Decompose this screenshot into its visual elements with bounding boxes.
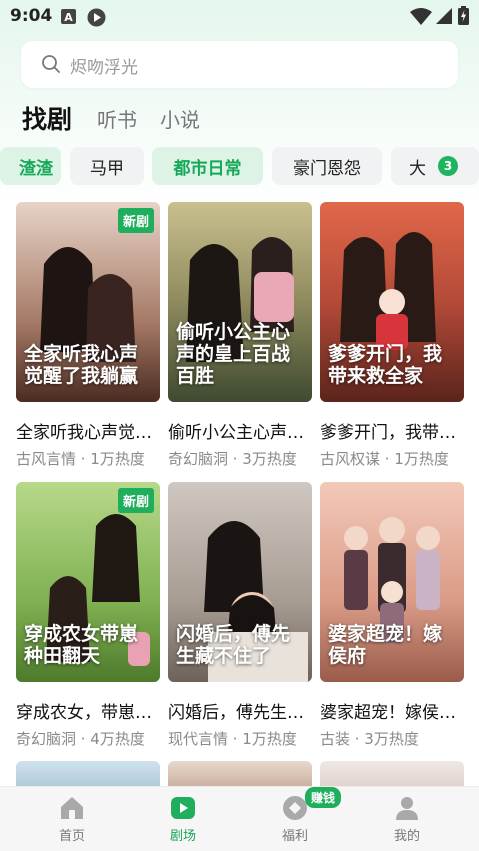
nav-theater[interactable]: 剧场 [138, 787, 228, 851]
new-badge: 新剧 [117, 488, 154, 513]
poster-title: 闪婚后，傅先生藏不住了 [176, 623, 291, 668]
search-icon [42, 55, 60, 73]
drama-card-meta: 古风言情 · 1万热度 [16, 450, 145, 468]
search-placeholder: 烬吻浮光 [70, 58, 138, 78]
earn-money-badge: 赚钱 [305, 787, 342, 808]
play-notification-icon [87, 8, 106, 27]
nav-home-label: 首页 [58, 829, 85, 844]
drama-card-title[interactable]: 穿成农女，带崽… [16, 698, 162, 723]
category-chip-selected[interactable]: 都市日常 [152, 147, 263, 185]
nav-home[interactable]: 首页 [27, 787, 117, 851]
profile-icon [396, 797, 418, 820]
new-badge: 新剧 [117, 208, 154, 233]
drama-card-meta: 奇幻脑洞 · 3万热度 [168, 450, 297, 468]
poster-title: 婆家超宠！嫁侯府 [328, 623, 443, 668]
nav-welfare-label: 福利 [281, 829, 308, 844]
drama-card-poster[interactable]: 闪婚后，傅先生藏不住了 [168, 482, 312, 682]
nav-profile-label: 我的 [393, 829, 420, 844]
drama-card-poster[interactable]: 穿成农女带崽种田翻天 新剧 [16, 482, 160, 682]
drama-card-title[interactable]: 偷听小公主心声… [168, 418, 314, 443]
tab-find-drama[interactable]: 找剧 [22, 100, 72, 136]
drama-card-poster[interactable]: 爹爹开门，我带来救全家 [320, 202, 464, 402]
drama-card-title[interactable]: 婆家超宠！嫁侯… [320, 698, 466, 723]
drama-card-title[interactable]: 闪婚后，傅先生… [168, 698, 314, 723]
search-input[interactable]: 烬吻浮光 [21, 41, 458, 88]
nav-theater-label: 剧场 [169, 829, 196, 844]
category-count-badge: 3 [438, 156, 458, 176]
category-chip[interactable]: 马甲 [70, 147, 144, 185]
tab-audiobooks[interactable]: 听书 [97, 104, 137, 133]
poster-title: 全家听我心声觉醒了我躺赢 [24, 343, 139, 388]
theater-play-icon [171, 797, 195, 819]
poster-title: 爹爹开门，我带来救全家 [328, 343, 443, 388]
status-bar: 9:04 A [0, 0, 479, 32]
drama-card-meta: 古装 · 3万热度 [320, 730, 419, 748]
drama-card-poster[interactable]: 婆家超宠！嫁侯府 [320, 482, 464, 682]
drama-card-poster[interactable]: 全家听我心声觉醒了我躺赢 新剧 [16, 202, 160, 402]
wifi-icon [410, 8, 432, 25]
drama-card-poster[interactable]: 偷听小公主心声的皇上百战百胜 [168, 202, 312, 402]
status-time: 9:04 [10, 6, 53, 26]
signal-icon [436, 8, 452, 24]
drama-card-meta: 现代言情 · 1万热度 [168, 730, 297, 748]
category-chip[interactable]: 豪门恩怨 [272, 147, 382, 185]
bottom-nav: 首页 剧场 福利 我的 [0, 786, 479, 851]
drama-card-meta: 奇幻脑洞 · 4万热度 [16, 730, 145, 748]
home-icon [61, 797, 83, 819]
drama-card-title[interactable]: 全家听我心声觉… [16, 418, 162, 443]
category-chip[interactable]: 渣渣 [0, 147, 61, 185]
drama-card-title[interactable]: 爹爹开门，我带… [320, 418, 466, 443]
tab-novels[interactable]: 小说 [160, 104, 200, 133]
poster-title: 穿成农女带崽种田翻天 [24, 623, 139, 668]
drama-card-meta: 古风权谋 · 1万热度 [320, 450, 449, 468]
poster-title: 偷听小公主心声的皇上百战百胜 [176, 321, 291, 388]
battery-icon [458, 6, 469, 25]
notification-app-icon: A [61, 9, 76, 24]
svg-text:A: A [64, 11, 73, 24]
category-chip[interactable]: 大 [391, 147, 479, 185]
nav-profile[interactable]: 我的 [362, 787, 452, 851]
